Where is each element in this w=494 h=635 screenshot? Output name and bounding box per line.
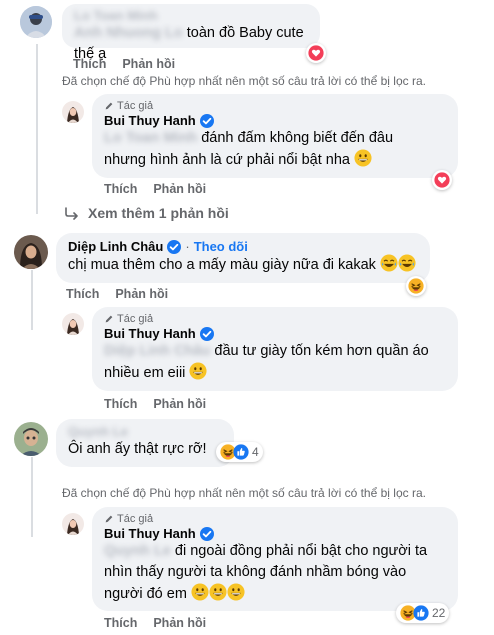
like-reaction-icon	[233, 444, 249, 460]
comment-text-continued: người đó em	[104, 586, 187, 602]
like-button[interactable]: Thích	[73, 57, 106, 71]
reaction-summary[interactable]: 22	[396, 603, 450, 623]
author-label: Tác giả	[117, 313, 154, 325]
mentioned-user[interactable]: Anh Nhuong Lo	[74, 23, 183, 44]
profile-photo	[20, 6, 52, 38]
thread-line	[31, 457, 33, 537]
heart-reaction-icon	[308, 45, 324, 61]
view-more-label: Xem thêm 1 phản hồi	[88, 205, 229, 221]
commenter-name[interactable]: Bui Thuy Hanh	[104, 113, 196, 128]
heart-reaction-icon	[434, 172, 450, 188]
verified-badge-icon	[199, 526, 214, 541]
comment-actions: Thích Phản hồi	[73, 57, 175, 71]
commenter-name[interactable]: Diệp Linh Châu	[68, 239, 163, 254]
comment-bubble: Diệp Linh Châu · Theo dõi chị mua thêm cho…	[56, 233, 430, 283]
like-button[interactable]: Thích	[104, 397, 137, 411]
avatar[interactable]	[14, 235, 48, 269]
reply-button[interactable]: Phản hồi	[153, 397, 206, 411]
comment-text: đi ngoài đồng phải nổi bật cho người ta	[174, 543, 428, 559]
commenter-name[interactable]: Lo Toan Minh	[74, 8, 308, 23]
mentioned-user[interactable]: Quynh Le	[104, 541, 171, 562]
avatar[interactable]	[14, 422, 48, 456]
reaction-summary[interactable]	[306, 43, 326, 63]
author-label: Tác giả	[117, 513, 154, 525]
verified-badge-icon	[167, 239, 182, 254]
author-pen-icon	[104, 514, 114, 524]
filter-notice: Đã chọn chế độ Phù hợp nhất nên một số c…	[62, 74, 426, 88]
author-avatar[interactable]	[62, 101, 84, 123]
haha-emoji-icon	[408, 278, 424, 294]
reply-button[interactable]: Phản hồi	[153, 182, 206, 196]
like-reaction-icon	[413, 605, 429, 621]
comment-actions: Thích Phản hồi	[66, 287, 168, 301]
comment-text-continued: nhìn thấy người ta không đánh nhầm bóng …	[104, 564, 407, 580]
laugh-emoji-icon	[398, 254, 416, 272]
reply-actions: Thích Phản hồi	[104, 397, 206, 411]
view-more-replies[interactable]: Xem thêm 1 phản hồi	[64, 205, 229, 221]
commenter-name[interactable]: Quynh Le	[68, 424, 222, 439]
author-avatar[interactable]	[62, 313, 84, 335]
mentioned-user[interactable]: Diệp Linh Châu	[104, 341, 210, 362]
commenter-name[interactable]: Bui Thuy Hanh	[104, 326, 196, 341]
filter-notice: Đã chọn chế độ Phù hợp nhất nên một số c…	[62, 486, 426, 500]
author-pen-icon	[104, 314, 114, 324]
comment-bubble: Quynh Le Ôi anh ấy thật rực rỡ!	[56, 419, 234, 467]
grin-emoji-icon	[191, 583, 209, 601]
reply-button[interactable]: Phản hồi	[122, 57, 175, 71]
grin-emoji-icon	[354, 149, 372, 167]
author-label: Tác giả	[117, 100, 154, 112]
reaction-summary[interactable]	[432, 170, 452, 190]
comment-bubble: Lo Toan Minh Anh Nhuong Lo toàn đồ Baby …	[62, 4, 320, 62]
profile-photo	[62, 101, 84, 123]
author-avatar[interactable]	[62, 513, 84, 535]
comment-text-continued: nhiều em eiii	[104, 365, 186, 381]
comment-text: chị mua thêm cho a mấy màu giày nữa đi k…	[68, 257, 376, 273]
comment-text: đánh đấm không biết đến đâu	[201, 130, 394, 146]
follow-button[interactable]: Theo dõi	[194, 239, 248, 254]
like-button[interactable]: Thích	[104, 616, 137, 630]
avatar[interactable]	[20, 6, 52, 38]
reply-bubble: Tác giả Bui Thuy Hanh Diệp Linh Châu đầu…	[92, 307, 458, 391]
verified-badge-icon	[199, 326, 214, 341]
verified-badge-icon	[199, 113, 214, 128]
grin-emoji-icon	[209, 583, 227, 601]
thread-line	[31, 270, 33, 330]
laugh-emoji-icon	[380, 254, 398, 272]
thread-line	[36, 44, 38, 214]
profile-photo	[62, 313, 84, 335]
reply-arrow-icon	[65, 207, 78, 220]
profile-photo	[14, 422, 48, 456]
author-pen-icon	[104, 101, 114, 111]
grin-emoji-icon	[227, 583, 245, 601]
like-button[interactable]: Thích	[66, 287, 99, 301]
reaction-count: 4	[252, 445, 259, 459]
reply-bubble: Tác giả Bui Thuy Hanh Quynh Le đi ngoài …	[92, 507, 458, 611]
like-button[interactable]: Thích	[104, 182, 137, 196]
comment-text: đầu tư giày tốn kém hơn quần áo	[214, 343, 429, 359]
mentioned-user[interactable]: Lo Toan Minh	[104, 128, 197, 149]
profile-photo	[62, 513, 84, 535]
profile-photo	[14, 235, 48, 269]
reaction-summary[interactable]: 4	[216, 442, 263, 462]
reaction-summary[interactable]	[406, 276, 426, 296]
reply-button[interactable]: Phản hồi	[115, 287, 168, 301]
reply-button[interactable]: Phản hồi	[153, 616, 206, 630]
commenter-name[interactable]: Bui Thuy Hanh	[104, 526, 196, 541]
comment-text-continued: nhưng hình ảnh là cứ phải nổi bật nha	[104, 152, 350, 168]
grin-emoji-icon	[189, 362, 207, 380]
reaction-count: 22	[432, 606, 446, 620]
reply-actions: Thích Phản hồi	[104, 182, 206, 196]
reply-actions: Thích Phản hồi	[104, 616, 206, 630]
reply-bubble: Tác giả Bui Thuy Hanh Lo Toan Minh đánh …	[92, 94, 458, 178]
comment-text: Ôi anh ấy thật rực rỡ!	[68, 441, 207, 457]
